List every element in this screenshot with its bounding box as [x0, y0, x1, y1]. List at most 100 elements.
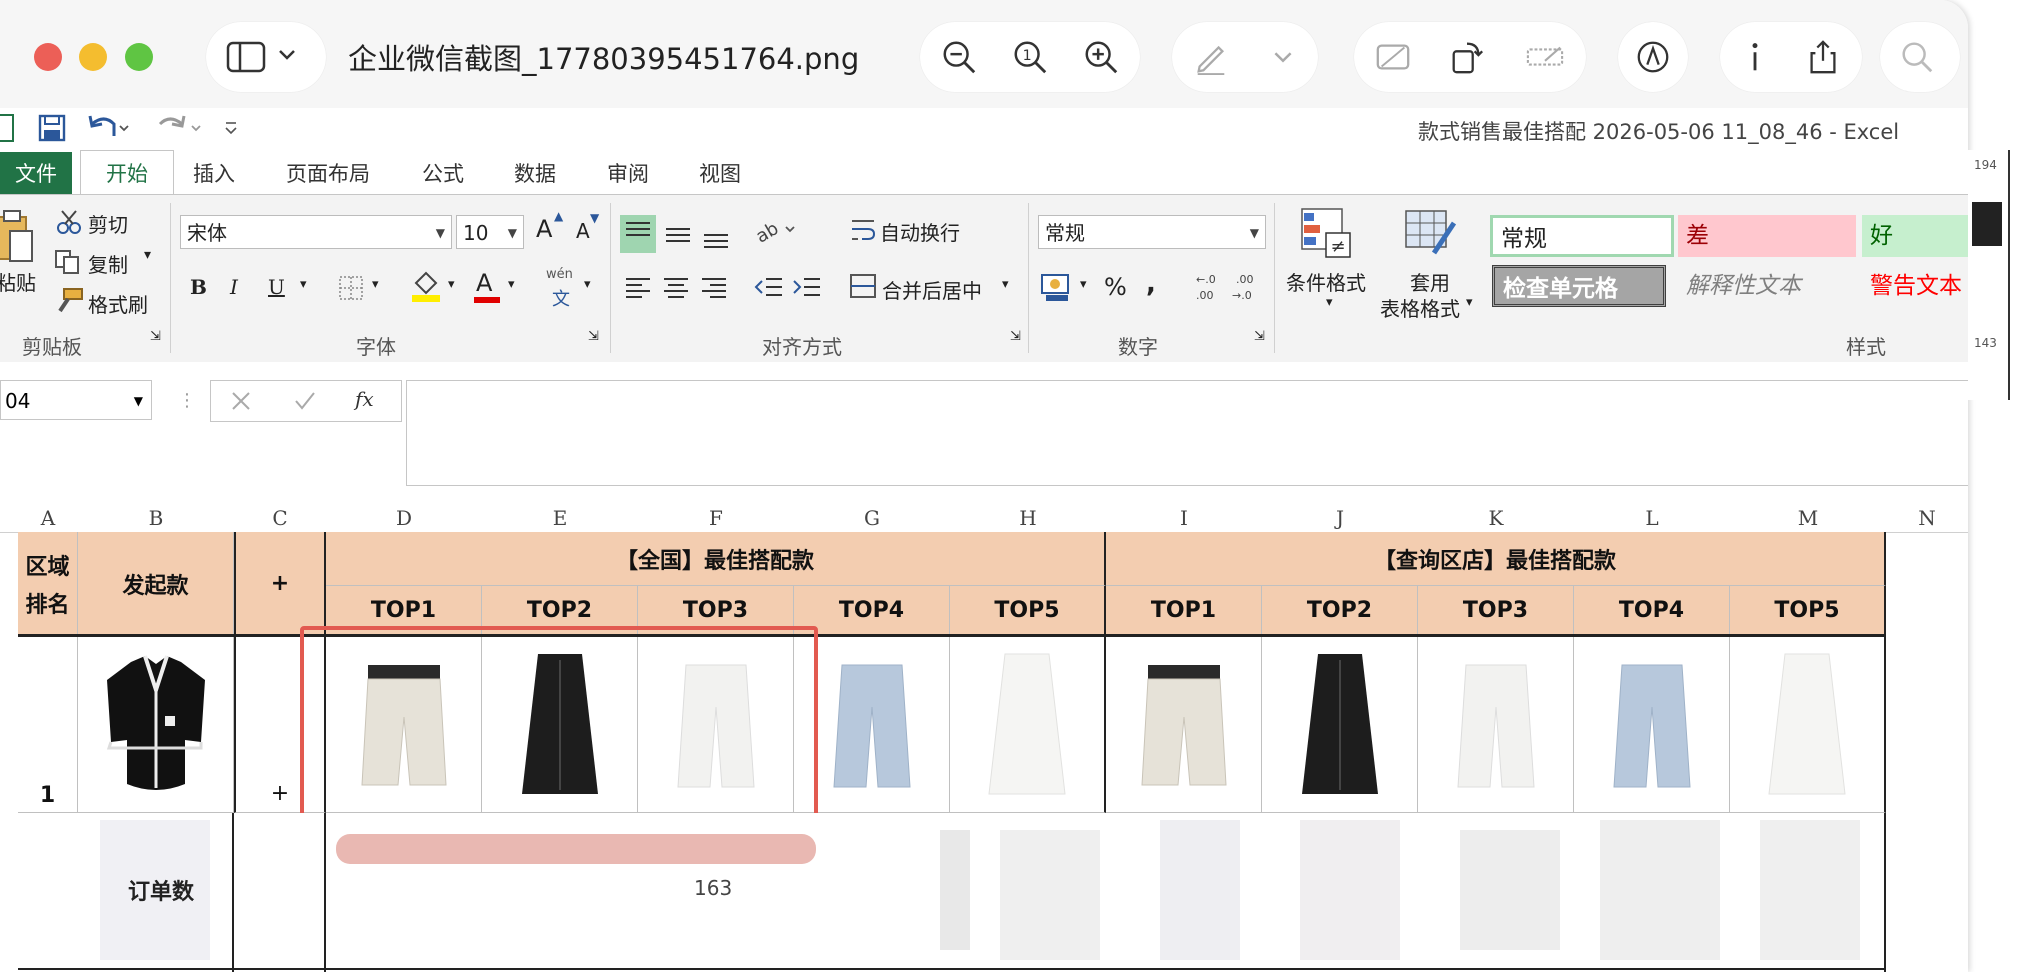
bold-button[interactable]: B — [190, 275, 207, 299]
align-top-button[interactable] — [620, 215, 656, 253]
style-good[interactable]: 好 — [1862, 215, 1968, 257]
search-icon[interactable] — [1896, 36, 1938, 78]
grow-font-button[interactable]: A — [536, 215, 552, 243]
format-as-table-dropdown-icon[interactable]: ▾ — [1466, 295, 1473, 310]
align-left-icon[interactable] — [622, 271, 654, 303]
orientation-icon[interactable]: ab — [752, 213, 798, 251]
phonetic-dropdown-icon[interactable]: ▾ — [584, 277, 591, 292]
paste-icon[interactable] — [0, 209, 34, 265]
underline-dropdown-icon[interactable]: ▾ — [300, 277, 307, 292]
national-top5[interactable]: TOP5 — [950, 586, 1106, 636]
insert-function-button[interactable]: fx — [355, 387, 374, 411]
paste-label[interactable]: 粘贴 — [0, 267, 36, 296]
tab-review[interactable]: 审阅 — [607, 158, 649, 188]
close-button[interactable] — [34, 43, 62, 71]
col-header-i[interactable]: I — [1106, 506, 1262, 532]
store-best-match-header[interactable]: 【查询区店】最佳搭配款 — [1106, 532, 1886, 586]
dialog-launcher-icon[interactable]: ⇲ — [150, 329, 161, 344]
italic-button[interactable]: I — [230, 275, 238, 299]
store-top2-image[interactable] — [1262, 637, 1418, 813]
dialog-launcher-icon[interactable]: ⇲ — [1010, 329, 1021, 344]
national-best-match-header[interactable]: 【全国】最佳搭配款 — [326, 532, 1106, 586]
col-header-e[interactable]: E — [482, 506, 638, 532]
col-header-g[interactable]: G — [794, 506, 950, 532]
store-top4-image[interactable] — [1574, 637, 1730, 813]
info-icon[interactable] — [1734, 36, 1776, 78]
formula-input[interactable] — [406, 380, 1968, 486]
style-warning[interactable]: 警告文本 — [1862, 265, 1968, 307]
phonetic-char[interactable]: 文 — [552, 285, 570, 311]
col-header-j[interactable]: J — [1262, 506, 1418, 532]
font-color-dropdown-icon[interactable]: ▾ — [508, 277, 515, 292]
borders-icon[interactable] — [338, 275, 364, 301]
decrease-decimal-icon[interactable]: .00→.0 — [1230, 271, 1264, 303]
rotate-icon[interactable] — [1446, 36, 1488, 78]
dialog-launcher-icon[interactable]: ⇲ — [1254, 329, 1265, 344]
chevron-down-icon[interactable] — [1262, 36, 1304, 78]
col-header-m[interactable]: M — [1730, 506, 1886, 532]
store-top5[interactable]: TOP5 — [1730, 586, 1886, 636]
name-box[interactable]: 04 ▼ — [0, 380, 152, 420]
cell-plus-header[interactable]: + — [234, 532, 326, 636]
tab-formulas[interactable]: 公式 — [422, 158, 464, 188]
align-right-icon[interactable] — [698, 271, 730, 303]
col-header-n[interactable]: N — [1886, 506, 1968, 532]
align-middle-icon[interactable] — [660, 215, 696, 253]
tab-insert[interactable]: 插入 — [193, 158, 235, 188]
cell-region-rank[interactable]: 区域 排名 — [18, 532, 78, 636]
pen-icon[interactable] — [1190, 36, 1232, 78]
share-icon[interactable] — [1802, 36, 1844, 78]
font-color-button[interactable]: A — [476, 269, 492, 297]
format-painter-icon[interactable] — [54, 287, 84, 315]
borders-dropdown-icon[interactable]: ▾ — [372, 277, 379, 292]
style-bad[interactable]: 差 — [1678, 215, 1856, 257]
tab-file[interactable]: 文件 — [0, 152, 72, 194]
actual-size-icon[interactable]: 1 — [1009, 36, 1051, 78]
national-top5-image[interactable] — [950, 637, 1106, 813]
col-header-f[interactable]: F — [638, 506, 794, 532]
col-header-d[interactable]: D — [326, 506, 482, 532]
cut-label[interactable]: 剪切 — [88, 209, 128, 238]
store-top3-image[interactable] — [1418, 637, 1574, 813]
col-header-c[interactable]: C — [234, 506, 326, 532]
row1-rank[interactable]: 1 — [18, 637, 78, 813]
align-bottom-icon[interactable] — [698, 215, 734, 253]
format-as-table-label-1[interactable]: 套用 — [1410, 267, 1450, 296]
format-as-table-label-2[interactable]: 表格格式 — [1380, 293, 1460, 322]
tab-data[interactable]: 数据 — [514, 158, 556, 188]
col-header-l[interactable]: L — [1574, 506, 1730, 532]
phonetic-top[interactable]: wén — [546, 267, 573, 282]
wrap-text-label[interactable]: 自动换行 — [880, 217, 960, 246]
sidebar-toggle-button[interactable] — [206, 22, 326, 92]
col-header-k[interactable]: K — [1418, 506, 1574, 532]
copy-label[interactable]: 复制 — [88, 249, 128, 278]
align-center-icon[interactable] — [660, 271, 692, 303]
store-top2[interactable]: TOP2 — [1262, 586, 1418, 636]
percent-button[interactable]: % — [1104, 273, 1127, 301]
shrink-font-button[interactable]: A — [576, 219, 590, 243]
decrease-indent-icon[interactable] — [752, 271, 784, 303]
zoom-out-icon[interactable] — [938, 36, 980, 78]
conditional-dropdown-icon[interactable]: ▾ — [1326, 295, 1333, 310]
merge-center-icon[interactable] — [848, 271, 878, 301]
format-as-table-icon[interactable] — [1404, 207, 1458, 259]
enter-icon[interactable] — [293, 389, 317, 413]
accounting-format-icon[interactable] — [1040, 271, 1074, 303]
dialog-launcher-icon[interactable]: ⇲ — [588, 329, 599, 344]
style-explanatory[interactable]: 解释性文本 — [1678, 265, 1856, 307]
undo-icon[interactable] — [86, 112, 130, 142]
row1-origin-image[interactable] — [78, 637, 234, 813]
col-header-h[interactable]: H — [950, 506, 1106, 532]
cut-icon[interactable] — [56, 209, 82, 235]
tab-view[interactable]: 视图 — [699, 158, 741, 188]
cell-origin-header[interactable]: 发起款 — [78, 532, 234, 636]
font-size-combo[interactable]: 10 ▼ — [456, 215, 524, 249]
save-icon[interactable] — [38, 114, 66, 142]
fill-color-dropdown-icon[interactable]: ▾ — [448, 277, 455, 292]
minimize-button[interactable] — [79, 43, 107, 71]
tab-page-layout[interactable]: 页面布局 — [286, 158, 370, 188]
format-painter-label[interactable]: 格式刷 — [88, 289, 148, 318]
number-format-combo[interactable]: 常规 ▼ — [1038, 215, 1266, 249]
redo-icon[interactable] — [154, 112, 204, 142]
copy-dropdown-icon[interactable]: ▾ — [144, 247, 151, 263]
